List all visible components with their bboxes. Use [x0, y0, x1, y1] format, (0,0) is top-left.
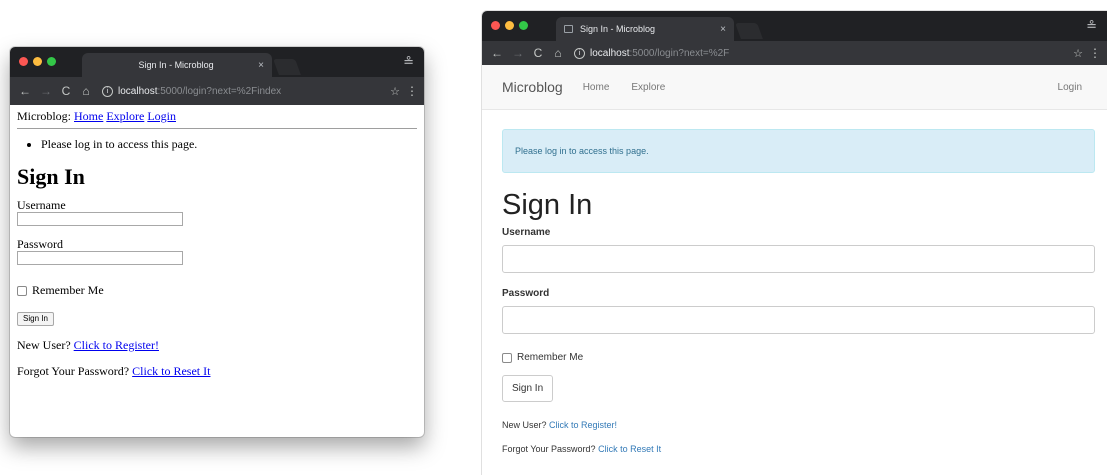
right-browser-window: Sign In - Microblog × ≗ ← → C ⌂ i localh… — [482, 11, 1107, 475]
home-icon[interactable]: ⌂ — [548, 46, 568, 60]
browser-toolbar: ← → C ⌂ i localhost:5000/login?next=%2Fi… — [10, 77, 424, 105]
reset-link[interactable]: Click to Reset It — [598, 444, 661, 454]
reset-line: Forgot Your Password? Click to Reset It — [17, 364, 417, 378]
remember-me-checkbox[interactable] — [17, 285, 27, 296]
page-title: Sign In — [17, 164, 85, 189]
username-input[interactable] — [17, 212, 183, 226]
flash-messages: Please log in to access this page. — [17, 137, 417, 151]
brand-label: Microblog: — [17, 109, 71, 123]
remember-me-label: Remember Me — [32, 283, 104, 297]
window-controls — [19, 57, 56, 66]
browser-tab[interactable]: Sign In - Microblog × — [556, 17, 734, 41]
remember-me-label: Remember Me — [517, 352, 584, 363]
tab-close-icon[interactable]: × — [258, 60, 264, 71]
username-label: Username — [502, 227, 551, 238]
flash-message: Please log in to access this page. — [41, 137, 417, 151]
new-tab-button[interactable] — [735, 23, 763, 39]
reload-icon[interactable]: C — [528, 46, 548, 60]
username-input[interactable] — [502, 245, 1095, 273]
password-label: Password — [17, 237, 64, 251]
tab-close-icon[interactable]: × — [720, 24, 726, 35]
maximize-window-button[interactable] — [47, 57, 56, 66]
menu-icon[interactable]: ⋮ — [1087, 46, 1103, 60]
info-icon[interactable]: i — [574, 47, 585, 59]
new-tab-button[interactable] — [273, 59, 301, 75]
nav-link-home[interactable]: Home — [583, 82, 610, 93]
register-text: New User? — [17, 338, 71, 352]
left-browser-window: Sign In - Microblog × ≗ ← → C ⌂ i localh… — [10, 47, 424, 437]
username-label: Username — [17, 198, 66, 212]
back-icon[interactable]: ← — [14, 84, 36, 98]
url-host: localhost — [590, 47, 630, 59]
bookmark-star-icon[interactable]: ☆ — [1069, 47, 1087, 60]
remember-me-checkbox[interactable] — [502, 352, 512, 363]
window-controls — [491, 21, 528, 30]
home-icon[interactable]: ⌂ — [76, 84, 96, 98]
close-window-button[interactable] — [19, 57, 28, 66]
nav-link-login[interactable]: Login — [1058, 82, 1082, 93]
nav-link-explore[interactable]: Explore — [106, 109, 144, 123]
title-bar: Sign In - Microblog × ≗ — [482, 11, 1107, 41]
page-title: Sign In — [502, 189, 593, 221]
info-icon[interactable]: i — [102, 85, 113, 97]
close-window-button[interactable] — [491, 21, 500, 30]
forward-icon[interactable]: → — [36, 84, 56, 98]
incognito-icon: ≗ — [1086, 18, 1097, 33]
remember-row: Remember Me — [17, 283, 417, 298]
sign-in-button[interactable]: Sign In — [502, 375, 554, 402]
nav-link-home[interactable]: Home — [74, 109, 103, 123]
remember-row: Remember Me — [502, 352, 1095, 363]
forward-icon[interactable]: → — [508, 46, 528, 60]
nav-link-explore[interactable]: Explore — [631, 82, 665, 93]
register-text: New User? — [502, 420, 547, 430]
maximize-window-button[interactable] — [519, 21, 528, 30]
register-link[interactable]: Click to Register! — [549, 420, 617, 430]
password-input[interactable] — [502, 306, 1095, 334]
flash-alert: Please log in to access this page. — [502, 129, 1095, 173]
flash-message: Please log in to access this page. — [515, 146, 649, 156]
reset-link[interactable]: Click to Reset It — [132, 364, 210, 378]
nav-bar: Microblog: Home Explore Login — [17, 109, 417, 123]
incognito-icon: ≗ — [403, 54, 414, 69]
minimize-window-button[interactable] — [33, 57, 42, 66]
browser-toolbar: ← → C ⌂ i localhost:5000/login?next=%2F … — [482, 41, 1107, 65]
url-path: :5000/login?next=%2Findex — [157, 85, 282, 97]
bookmark-star-icon[interactable]: ☆ — [386, 85, 404, 98]
site-navbar: Microblog Home Explore Login — [482, 65, 1107, 110]
reload-icon[interactable]: C — [56, 84, 76, 98]
address-bar[interactable]: i localhost:5000/login?next=%2F — [572, 43, 1065, 63]
sign-in-button[interactable]: Sign In — [17, 312, 54, 326]
address-bar[interactable]: i localhost:5000/login?next=%2Findex — [100, 81, 382, 101]
back-icon[interactable]: ← — [486, 46, 508, 60]
menu-icon[interactable]: ⋮ — [404, 84, 420, 98]
reset-text: Forgot Your Password? — [502, 444, 596, 454]
password-label: Password — [502, 288, 550, 299]
tab-title: Sign In - Microblog — [580, 24, 656, 34]
page-favicon-icon — [564, 25, 573, 33]
tab-title: Sign In - Microblog — [138, 60, 214, 70]
title-bar: Sign In - Microblog × ≗ — [10, 47, 424, 77]
reset-text: Forgot Your Password? — [17, 364, 130, 378]
url-host: localhost — [118, 85, 158, 97]
register-link[interactable]: Click to Register! — [74, 338, 159, 352]
nav-link-login[interactable]: Login — [147, 109, 176, 123]
minimize-window-button[interactable] — [505, 21, 514, 30]
password-input[interactable] — [17, 251, 183, 265]
browser-tab[interactable]: Sign In - Microblog × — [82, 53, 272, 77]
divider — [17, 128, 417, 129]
brand-link[interactable]: Microblog — [502, 79, 563, 95]
register-line: New User? Click to Register! — [502, 419, 1095, 431]
reset-line: Forgot Your Password? Click to Reset It — [502, 443, 1095, 455]
register-line: New User? Click to Register! — [17, 338, 417, 352]
url-path: :5000/login?next=%2F — [629, 47, 730, 59]
page-content: Microblog: Home Explore Login Please log… — [10, 105, 424, 382]
page-content: Please log in to access this page. Sign … — [482, 129, 1107, 455]
